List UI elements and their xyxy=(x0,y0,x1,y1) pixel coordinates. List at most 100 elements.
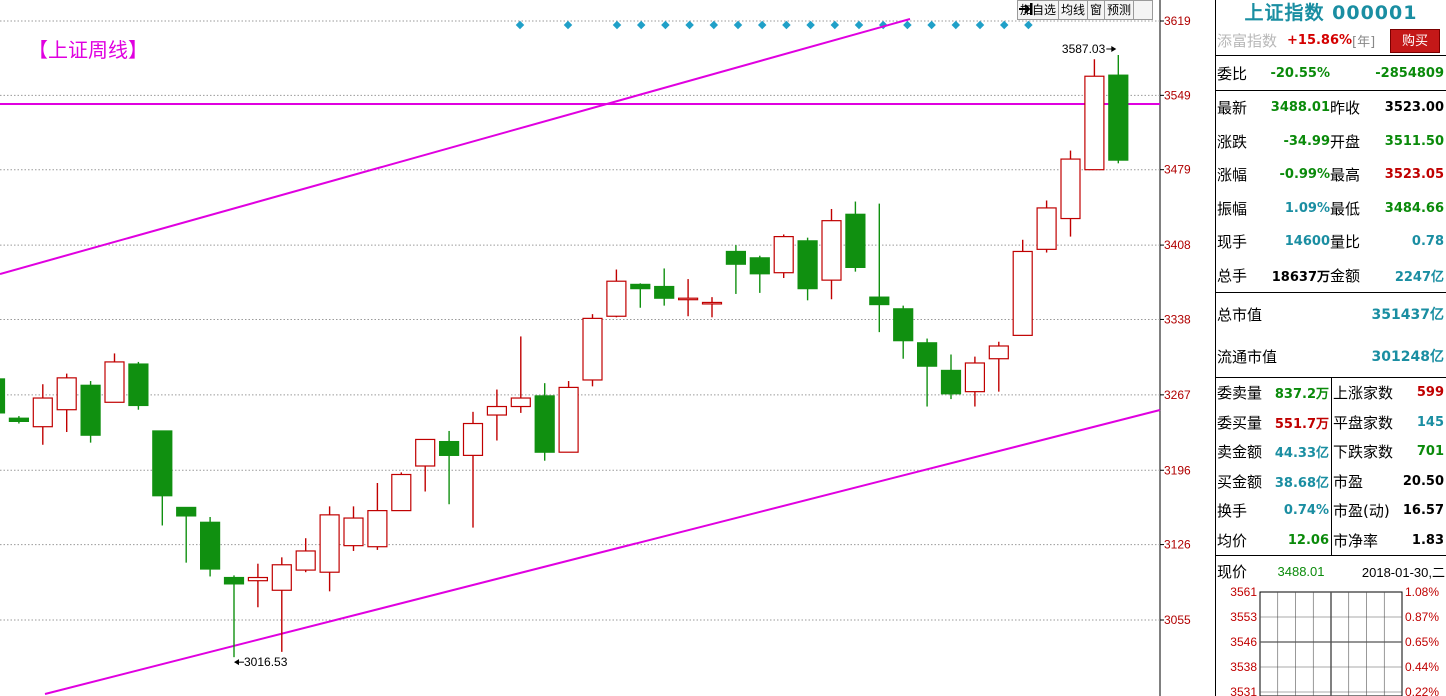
tiancai-unit: [年] xyxy=(1352,35,1376,50)
signal-marker xyxy=(806,20,815,30)
market-value-row: 总市值 351437亿 xyxy=(1216,293,1446,335)
candle-body xyxy=(821,220,842,281)
candle-body xyxy=(582,317,603,381)
stat-value: 12.06 xyxy=(1287,532,1329,548)
mini-price-label: 现价 xyxy=(1217,562,1248,581)
price-tick-label: 3196 xyxy=(1164,463,1191,477)
candle-body xyxy=(128,363,149,407)
signal-marker xyxy=(927,20,936,30)
stat-value: 837.2万 xyxy=(1274,387,1329,403)
price-tick-label: 3267 xyxy=(1164,388,1191,402)
candle-body xyxy=(701,301,723,305)
price-tick-label: 3055 xyxy=(1164,613,1191,627)
price-tick-label: 3338 xyxy=(1164,312,1191,326)
stat-value: 44.33亿 xyxy=(1274,446,1329,462)
candle-body xyxy=(8,417,29,422)
signal-marker xyxy=(1024,20,1033,30)
stat-label: 换手 xyxy=(1217,502,1248,521)
quote-label: 量比 xyxy=(1330,233,1361,252)
chart-title: 【上证周线】 xyxy=(28,38,148,62)
stat-label: 平盘家数 xyxy=(1333,413,1394,432)
intraday-mini-chart[interactable]: 现价 3488.01 2018-01-30,二 3561 1.08% 3553 0.8… xyxy=(1216,556,1446,696)
stat-value: 38.68亿 xyxy=(1274,475,1329,491)
price-tick-label: 3619 xyxy=(1164,14,1191,28)
candle-body xyxy=(654,285,675,299)
market-stats: 上涨家数 599 平盘家数 145 下跌家数 701 市盈 20.50 市盈(动) 16.57 市净… xyxy=(1331,378,1446,555)
quote-value: 14600 xyxy=(1284,234,1330,250)
mini-chart-header: 现价 3488.01 2018-01-30,二 xyxy=(1216,556,1446,586)
mini-price-tick: 3531 xyxy=(1230,685,1257,696)
mini-price-tick: 3553 xyxy=(1230,610,1257,624)
quote-value: 2247亿 xyxy=(1394,269,1444,285)
quote-label: 金额 xyxy=(1330,266,1361,285)
quote-label: 开盘 xyxy=(1330,132,1361,151)
market-value-label: 流通市值 xyxy=(1217,347,1278,366)
candle-body xyxy=(319,514,340,573)
stat-value: 16.57 xyxy=(1402,503,1444,519)
candle-body xyxy=(773,235,794,274)
signal-marker xyxy=(782,20,791,30)
stat-label: 均价 xyxy=(1217,531,1248,550)
signal-marker xyxy=(563,20,573,30)
candle-body xyxy=(893,308,914,342)
candle-body xyxy=(940,369,962,395)
kline-chart[interactable]: 3619 3549 3479 3408 3338 3267 3196 3126 3055 3587… xyxy=(0,0,1215,696)
stat-label: 买金额 xyxy=(1217,472,1263,491)
market-value-value: 351437亿 xyxy=(1371,307,1444,323)
stat-label: 市盈 xyxy=(1333,472,1364,491)
weibi-pct: -20.55% xyxy=(1270,65,1330,81)
candle-body xyxy=(677,297,699,301)
mini-date: 2018-01-30,二 xyxy=(1361,564,1445,580)
stat-row: 市盈(动) 16.57 xyxy=(1332,496,1446,526)
stat-label: 委卖量 xyxy=(1217,384,1263,403)
candle-body xyxy=(1012,250,1033,336)
weibi-label: 委比 xyxy=(1217,64,1248,83)
candle-body xyxy=(534,395,555,453)
signal-marker xyxy=(830,20,840,30)
quote-value: 3523.05 xyxy=(1384,167,1444,183)
exit-arrow-icon[interactable] xyxy=(1019,0,1154,20)
quote-value: 3511.50 xyxy=(1384,133,1444,149)
candle-body xyxy=(152,430,173,497)
signal-marker xyxy=(903,20,912,30)
quote-value: 3484.66 xyxy=(1384,200,1444,216)
market-value-value: 301248亿 xyxy=(1371,349,1444,365)
buy-button[interactable]: 购买 xyxy=(1390,28,1440,53)
quote-value: 18637万 xyxy=(1271,269,1330,285)
signal-marker xyxy=(636,20,646,30)
quote-row: 涨跌 -34.99 开盘 3511.50 xyxy=(1216,125,1446,159)
quote-value: -0.99% xyxy=(1279,167,1331,183)
moving-average-button[interactable]: 均线 xyxy=(1058,0,1089,20)
forecast-button[interactable]: 预测 xyxy=(1104,0,1135,20)
candle-body xyxy=(606,280,627,317)
window-button[interactable]: 窗 xyxy=(1087,0,1106,20)
candle-body xyxy=(725,250,747,265)
stat-label: 卖金额 xyxy=(1217,443,1263,462)
price-tick-label: 3126 xyxy=(1164,538,1191,552)
candle-body xyxy=(295,550,316,571)
stat-row: 市盈 20.50 xyxy=(1332,467,1446,497)
candle-body xyxy=(558,386,579,453)
mini-pct-tick: 1.08% xyxy=(1405,586,1439,599)
quote-label: 最高 xyxy=(1330,166,1361,185)
stat-row: 委买量 551.7万 xyxy=(1216,408,1331,438)
stat-value: 20.50 xyxy=(1402,473,1444,489)
tiancai-label: 添富指数 xyxy=(1217,32,1278,50)
stat-row: 平盘家数 145 xyxy=(1332,408,1446,438)
candlestick-plot[interactable]: 3619 3549 3479 3408 3338 3267 3196 3126 3055 3587… xyxy=(0,0,1215,696)
weibi-row: 委比 -20.55% -2854809 xyxy=(1216,56,1446,91)
candle-body xyxy=(869,296,890,306)
quote-label: 昨收 xyxy=(1330,99,1361,118)
signal-marker xyxy=(515,20,525,30)
signal-marker xyxy=(661,20,670,30)
candle-body xyxy=(32,397,53,428)
candle-body xyxy=(271,564,292,591)
mini-price-tick: 3561 xyxy=(1230,586,1257,599)
stat-row: 上涨家数 599 xyxy=(1332,378,1446,408)
order-stats: 委卖量 837.2万 委买量 551.7万 卖金额 44.33亿 买金额 38.68亿 换手 0.… xyxy=(1216,378,1331,555)
mini-pct-tick: 0.87% xyxy=(1405,610,1439,624)
market-value-row: 流通市值 301248亿 xyxy=(1216,335,1446,377)
signal-marker xyxy=(975,20,985,30)
stat-label: 下跌家数 xyxy=(1333,443,1394,462)
candle-body xyxy=(439,440,460,456)
